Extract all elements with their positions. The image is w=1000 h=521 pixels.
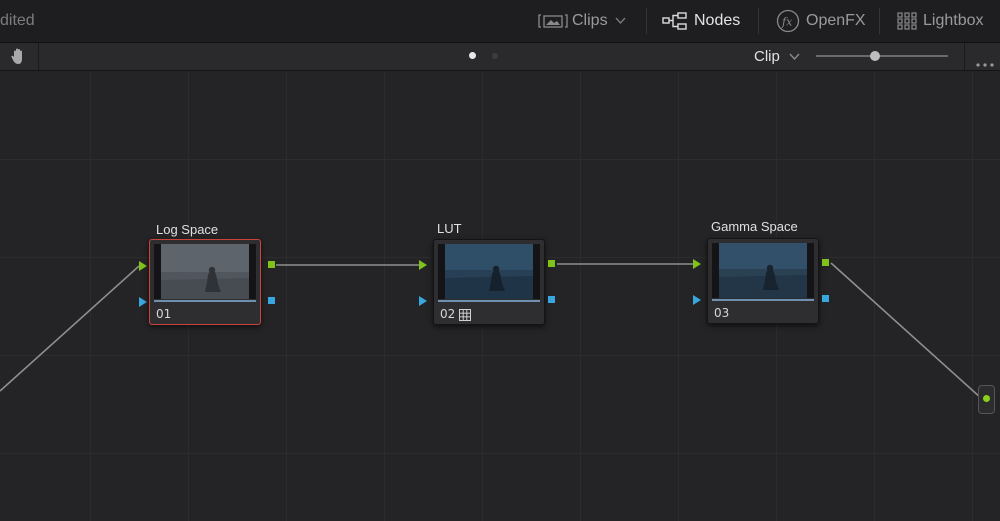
node-rgb-output[interactable] bbox=[548, 260, 555, 267]
color-node-01[interactable]: 01 bbox=[149, 239, 261, 325]
node-rgb-input[interactable] bbox=[139, 261, 147, 271]
separator bbox=[879, 8, 880, 34]
node-progress-bar bbox=[438, 300, 540, 302]
lut-icon bbox=[459, 308, 471, 326]
node-alpha-output[interactable] bbox=[268, 297, 275, 304]
separator bbox=[646, 8, 647, 34]
color-node-02[interactable]: 02 bbox=[433, 239, 545, 325]
mode-label: Clip bbox=[754, 48, 780, 65]
node-progress-bar bbox=[154, 300, 256, 302]
output-node[interactable] bbox=[978, 385, 995, 414]
svg-text:fx: fx bbox=[781, 16, 793, 29]
tab-openfx-label: OpenFX bbox=[806, 12, 866, 29]
project-title: dited bbox=[0, 12, 35, 29]
hand-icon bbox=[9, 47, 28, 71]
node-alpha-output[interactable] bbox=[548, 296, 555, 303]
zoom-slider-handle[interactable] bbox=[870, 51, 881, 61]
node-label: Gamma Space bbox=[711, 219, 798, 234]
node-rgb-input[interactable] bbox=[693, 259, 701, 269]
tab-lightbox[interactable]: Lightbox bbox=[897, 0, 984, 42]
zoom-slider[interactable] bbox=[816, 51, 948, 61]
more-options-icon bbox=[976, 54, 994, 72]
output-port-icon bbox=[983, 395, 990, 402]
node-thumbnail bbox=[154, 244, 256, 299]
node-number: 02 bbox=[440, 307, 456, 321]
node-number: 01 bbox=[156, 307, 172, 321]
node-toolbar: Clip bbox=[0, 43, 1000, 71]
input-connection bbox=[0, 265, 140, 392]
node-rgb-output[interactable] bbox=[268, 261, 275, 268]
chevron-down-icon bbox=[789, 48, 800, 66]
nodes-icon bbox=[662, 12, 688, 30]
node-progress-bar bbox=[712, 299, 814, 301]
tab-clips-label: Clips bbox=[572, 12, 608, 29]
node-rgb-input[interactable] bbox=[419, 260, 427, 270]
node-graph-canvas[interactable]: Log Space 01 LUT 02 Gamma Space 03 bbox=[0, 71, 1000, 521]
node-number: 03 bbox=[714, 306, 730, 320]
output-connection bbox=[830, 262, 982, 399]
node-label: LUT bbox=[437, 221, 462, 236]
tab-nodes[interactable]: Nodes bbox=[662, 0, 740, 42]
page-dot[interactable] bbox=[492, 53, 498, 59]
tab-lightbox-label: Lightbox bbox=[923, 12, 984, 29]
separator bbox=[758, 8, 759, 34]
node-alpha-input[interactable] bbox=[419, 296, 427, 306]
fx-icon: fx bbox=[776, 9, 800, 33]
page-dot-active[interactable] bbox=[469, 52, 476, 59]
options-menu-button[interactable] bbox=[964, 43, 1000, 70]
tab-clips[interactable]: Clips bbox=[538, 0, 626, 42]
tab-nodes-label: Nodes bbox=[694, 12, 741, 29]
node-alpha-output[interactable] bbox=[822, 295, 829, 302]
color-node-03[interactable]: 03 bbox=[707, 238, 819, 324]
node-rgb-output[interactable] bbox=[822, 259, 829, 266]
node-thumbnail bbox=[712, 243, 814, 298]
node-label: Log Space bbox=[156, 222, 219, 237]
node-thumbnail bbox=[438, 244, 540, 299]
tab-openfx[interactable]: fx OpenFX bbox=[776, 0, 866, 42]
grid-icon bbox=[897, 12, 917, 30]
node-alpha-input[interactable] bbox=[139, 297, 147, 307]
top-bar: dited Clips Nodes fx OpenFX Lightbox bbox=[0, 0, 1000, 43]
clips-icon bbox=[538, 13, 568, 29]
mode-select[interactable]: Clip bbox=[754, 43, 800, 70]
node-alpha-input[interactable] bbox=[693, 295, 701, 305]
chevron-down-icon bbox=[615, 12, 626, 30]
pan-tool-button[interactable] bbox=[0, 43, 39, 70]
